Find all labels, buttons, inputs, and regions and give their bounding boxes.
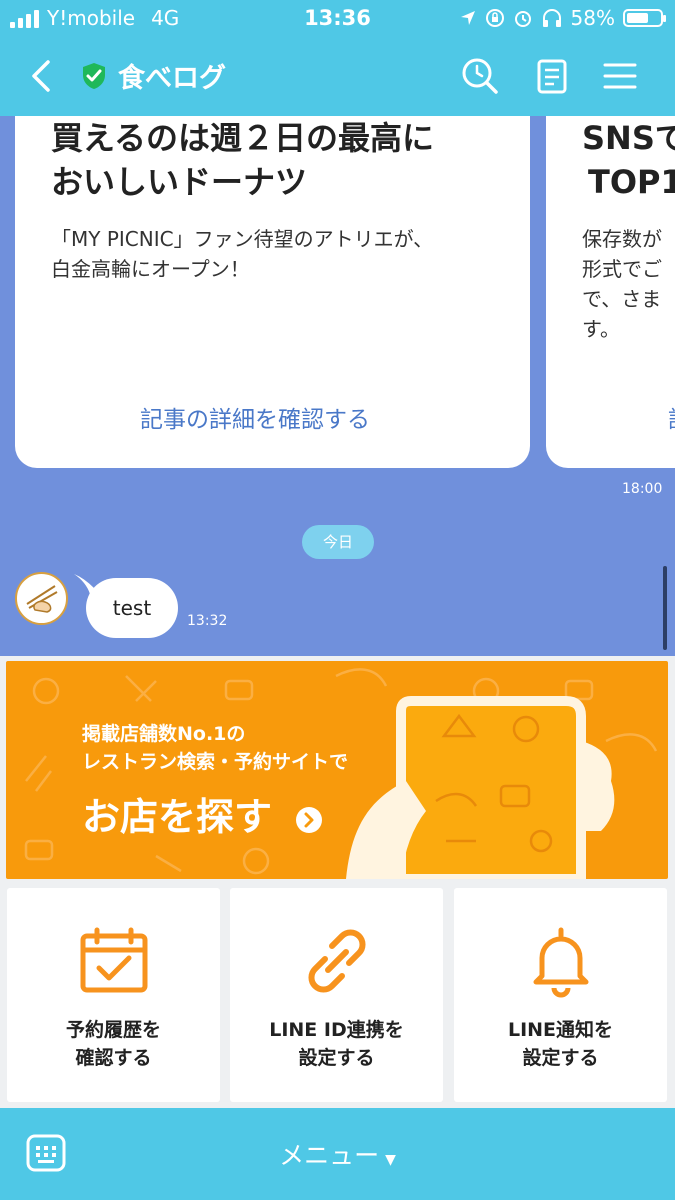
avatar[interactable] (15, 572, 68, 625)
search-icon[interactable] (460, 56, 500, 96)
menu-toggle-button[interactable]: メニュー ▼ (0, 1136, 675, 1172)
notes-icon[interactable] (532, 56, 572, 96)
tile-label-line1: 予約履歴を (65, 1019, 161, 1041)
line-notification-tile[interactable]: LINE通知を 設定する (454, 888, 667, 1102)
card-desc-line2: 形式でご (582, 257, 662, 281)
line-id-link-label: LINE ID連携を 設定する (230, 1016, 443, 1072)
message-timestamp: 13:32 (187, 613, 228, 629)
rich-menu: 掲載店舗数No.1の レストラン検索・予約サイトで お店を探す 予約履歴を 確認… (0, 656, 675, 1108)
article-card[interactable]: SNSで TOP1 保存数が 形式でご で、さま す。 記 (546, 116, 675, 468)
chopsticks-hand-icon (26, 585, 58, 613)
shield-check-icon (83, 62, 105, 89)
rotation-lock-icon (485, 9, 504, 27)
line-id-link-tile[interactable]: LINE ID連携を 設定する (230, 888, 443, 1102)
scroll-indicator[interactable] (663, 566, 667, 650)
tile-label-line1: LINE ID連携を (269, 1019, 404, 1041)
tile-label-line2: 設定する (298, 1047, 375, 1069)
bottom-bar: メニュー ▼ (0, 1108, 675, 1200)
card-detail-link[interactable]: 記 (668, 400, 675, 434)
headphones-icon (542, 9, 561, 27)
calendar-check-icon (80, 927, 148, 993)
card-desc-line2: 白金高輪にオープン！ (51, 257, 250, 281)
status-bar: Y!mobile 4G 13:36 58% (0, 0, 675, 38)
back-icon[interactable] (22, 56, 62, 96)
bell-icon (533, 927, 589, 998)
menu-toggle-label: メニュー (279, 1141, 380, 1170)
line-notification-label: LINE通知を 設定する (454, 1016, 667, 1072)
card-timestamp: 18:00 (622, 481, 663, 497)
chat-area: 買えるのは週２日の最高に おいしいドーナツ 「MY PICNIC」ファン待望のア… (0, 116, 675, 656)
banner-line2: レストラン検索・予約サイトで (82, 751, 349, 773)
tile-label-line2: 確認する (75, 1047, 152, 1069)
card-desc-line3: で、さま (582, 287, 662, 311)
chat-title-text: 食べログ (118, 63, 226, 94)
chat-title: 食べログ (80, 56, 226, 95)
caret-down-icon: ▼ (385, 1152, 396, 1168)
banner-cta: お店を探す (82, 786, 323, 841)
banner-cta-text: お店を探す (82, 795, 273, 839)
search-restaurant-banner[interactable]: 掲載店舗数No.1の レストラン検索・予約サイトで お店を探す (6, 661, 668, 879)
card-title-line2: TOP1 (588, 163, 675, 201)
arrow-right-circle-icon (296, 806, 323, 833)
card-title-line1: SNSで (582, 119, 675, 157)
battery-percent: 58% (570, 6, 615, 30)
reservation-history-tile[interactable]: 予約履歴を 確認する (7, 888, 220, 1102)
location-icon (460, 11, 475, 25)
card-desc-line1: 保存数が (582, 227, 662, 251)
card-title-line1: 買えるのは週２日の最高に (51, 119, 435, 157)
alarm-icon (514, 11, 531, 27)
message-bubble[interactable]: test (86, 578, 178, 638)
date-separator: 今日 (302, 525, 374, 559)
card-detail-link[interactable]: 記事の詳細を確認する (140, 400, 370, 434)
reservation-history-label: 予約履歴を 確認する (7, 1016, 220, 1072)
link-icon (308, 929, 366, 993)
card-desc-line4: す。 (582, 317, 620, 341)
chat-header: 食べログ (0, 38, 675, 116)
card-title-line2: おいしいドーナツ (51, 163, 308, 201)
tile-label-line2: 設定する (522, 1047, 599, 1069)
battery-icon (623, 9, 666, 27)
tile-label-line1: LINE通知を (507, 1019, 614, 1041)
card-desc-line1: 「MY PICNIC」ファン待望のアトリエが、 (51, 227, 434, 251)
menu-icon[interactable] (600, 56, 640, 96)
banner-line1: 掲載店舗数No.1の (82, 723, 246, 745)
article-card[interactable]: 買えるのは週２日の最高に おいしいドーナツ 「MY PICNIC」ファン待望のア… (15, 116, 530, 468)
